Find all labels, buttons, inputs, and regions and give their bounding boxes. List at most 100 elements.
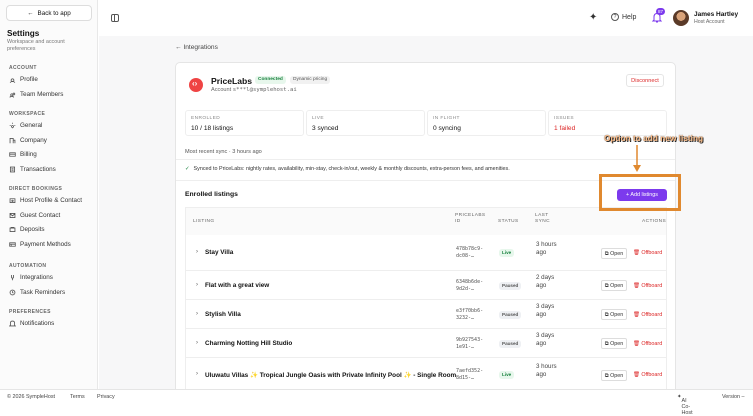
recent-sync: Most recent sync · 3 hours ago	[185, 149, 262, 155]
sidebar-toggle-icon[interactable]	[111, 14, 119, 22]
stat-label: ISSUES	[554, 116, 574, 121]
table-row[interactable]: › Flat with a great view 6348b6de-9d2d-… Pa…	[185, 271, 667, 300]
pricelabs-id: e3f70bb6-3232-…	[456, 307, 484, 321]
col-listing: LISTING	[193, 219, 215, 224]
stat-value: 10 / 18 listings	[191, 125, 234, 132]
col-pricelabs-id: PRICELABS ID	[455, 213, 486, 225]
copyright: © 2026 SympleHost	[7, 394, 56, 400]
sidebar-item-label: Profile	[20, 76, 38, 83]
user-name: James Hartley	[694, 11, 739, 18]
open-label: Open	[610, 312, 624, 318]
open-button[interactable]: ⧉ Open	[601, 280, 627, 291]
user-icon	[9, 78, 16, 83]
gear-icon	[9, 122, 16, 129]
ai-cohost-label: AI Co-Host	[681, 398, 693, 416]
sidebar-item-label: Team Members	[20, 90, 64, 98]
help-button[interactable]: ? Help	[611, 13, 636, 21]
col-actions: ACTIONS	[642, 219, 667, 224]
sidebar-section-preferences: PREFERENCES	[9, 309, 51, 315]
table-header: LISTING PRICELABS ID STATUS LAST SYNC AC…	[185, 207, 667, 235]
sidebar-item-guest-contact[interactable]: Guest Contact	[9, 212, 60, 219]
last-sync: 3 hours ago	[536, 363, 557, 379]
offboard-button[interactable]: 🗑 Offboard	[633, 372, 662, 378]
col-last-sync: LAST SYNC	[535, 213, 550, 225]
check-icon: ✓	[185, 166, 190, 172]
privacy-link[interactable]: Privacy	[97, 394, 115, 400]
id-card-icon	[9, 198, 16, 204]
annotation-highlight-box	[599, 174, 681, 211]
sidebar-item-notifications[interactable]: Notifications	[9, 320, 54, 327]
sidebar-item-label: Company	[20, 136, 47, 144]
sidebar-item-integrations[interactable]: Integrations	[9, 274, 53, 281]
terms-link[interactable]: Terms	[70, 394, 85, 400]
disconnect-button[interactable]: Disconnect	[626, 74, 664, 87]
sidebar-section-account: ACCOUNT	[9, 65, 37, 71]
open-button[interactable]: ⧉ Open	[601, 247, 627, 259]
sidebar-item-label: Task Reminders	[20, 288, 66, 296]
integration-card: PriceLabs Connected Dynamic pricing Acco…	[175, 62, 676, 402]
account-label: Account	[211, 87, 232, 93]
sidebar-item-transactions[interactable]: Transactions	[9, 166, 56, 173]
credit-card-icon	[9, 152, 16, 157]
account-value: s***l@symplehost.ai	[232, 87, 297, 93]
mail-icon	[9, 212, 16, 218]
table-row[interactable]: › Charming Notting Hill Studio 9b927543-1e…	[185, 329, 667, 358]
sidebar-item-task-reminders[interactable]: Task Reminders	[9, 289, 65, 296]
sidebar-item-billing[interactable]: Billing	[9, 151, 37, 158]
sidebar-item-profile[interactable]: Profile	[9, 76, 38, 83]
stat-label: IN FLIGHT	[433, 116, 460, 121]
chevron-right-icon[interactable]: ›	[196, 249, 198, 255]
ai-cohost-link[interactable]: ✦ AI Co-Host	[677, 394, 693, 416]
table-row[interactable]: › Uluwatu Villas ✨ Tropical Jungle Oasis …	[185, 358, 667, 392]
sidebar-item-deposits[interactable]: Deposits	[9, 226, 45, 233]
status-badge: Live	[499, 371, 515, 379]
breadcrumb[interactable]: ← Integrations	[175, 44, 218, 51]
offboard-button[interactable]: 🗑 Offboard	[633, 283, 662, 289]
sidebar-item-label: Deposits	[20, 226, 45, 233]
open-button[interactable]: ⧉ Open	[601, 309, 627, 320]
users-icon	[9, 92, 16, 98]
sidebar-item-general[interactable]: General	[9, 122, 42, 129]
stat-enrolled: ENROLLED 10 / 18 listings	[185, 110, 304, 136]
offboard-label: Offboard	[641, 311, 663, 318]
avatar[interactable]	[673, 10, 689, 26]
open-button[interactable]: ⧉ Open	[601, 338, 627, 349]
chevron-right-icon[interactable]: ›	[196, 371, 198, 377]
receipt-icon	[9, 166, 16, 172]
sidebar-item-team-members[interactable]: Team Members	[9, 91, 63, 98]
offboard-label: Offboard	[641, 340, 663, 347]
offboard-button[interactable]: 🗑 Offboard	[633, 341, 662, 347]
sidebar-item-host-profile-contact[interactable]: Host Profile & Contact	[9, 197, 82, 204]
sidebar-title: Settings	[7, 29, 40, 38]
sparkle-icon[interactable]: ✦	[589, 12, 597, 23]
back-label: Back to app	[37, 9, 71, 17]
table-row[interactable]: › Stylish Villa e3f70bb6-3232-… Paused 3 day…	[185, 300, 667, 329]
chevron-right-icon[interactable]: ›	[196, 282, 198, 288]
offboard-button[interactable]: 🗑 Offboard	[633, 250, 662, 256]
sidebar-item-label: Notifications	[20, 320, 55, 327]
pricelabs-id: 478b78c9-dc08-…	[456, 246, 484, 259]
offboard-label: Offboard	[641, 250, 663, 256]
sidebar-item-company[interactable]: Company	[9, 137, 47, 144]
divider	[176, 159, 675, 160]
last-sync: 2 days ago	[536, 273, 555, 289]
briefcase-icon	[9, 226, 16, 233]
chevron-right-icon[interactable]: ›	[196, 340, 198, 346]
help-label: Help	[622, 13, 637, 21]
sidebar-item-label: Guest Contact	[20, 211, 61, 219]
annotation-label: Option to add new listing	[604, 133, 704, 143]
offboard-button[interactable]: 🗑 Offboard	[633, 312, 662, 318]
open-button[interactable]: ⧉ Open	[601, 369, 627, 381]
table-row[interactable]: › Stay Villa 478b78c9-dc08-… Live 3 hours ag…	[185, 235, 667, 271]
last-sync: 3 days ago	[536, 302, 555, 318]
notification-badge: 87	[656, 8, 665, 15]
pricelabs-id: 9b927543-1e91-…	[456, 336, 484, 350]
stat-label: ENROLLED	[191, 116, 221, 121]
open-label: Open	[610, 250, 624, 257]
listing-name: Charming Notting Hill Studio	[205, 339, 293, 347]
sidebar-item-payment-methods[interactable]: Payment Methods	[9, 241, 71, 248]
chevron-right-icon[interactable]: ›	[196, 311, 198, 317]
stat-in-flight: IN FLIGHT 0 syncing	[427, 110, 546, 136]
bell-icon	[9, 320, 16, 327]
back-to-app-button[interactable]: ← Back to app	[6, 5, 92, 21]
